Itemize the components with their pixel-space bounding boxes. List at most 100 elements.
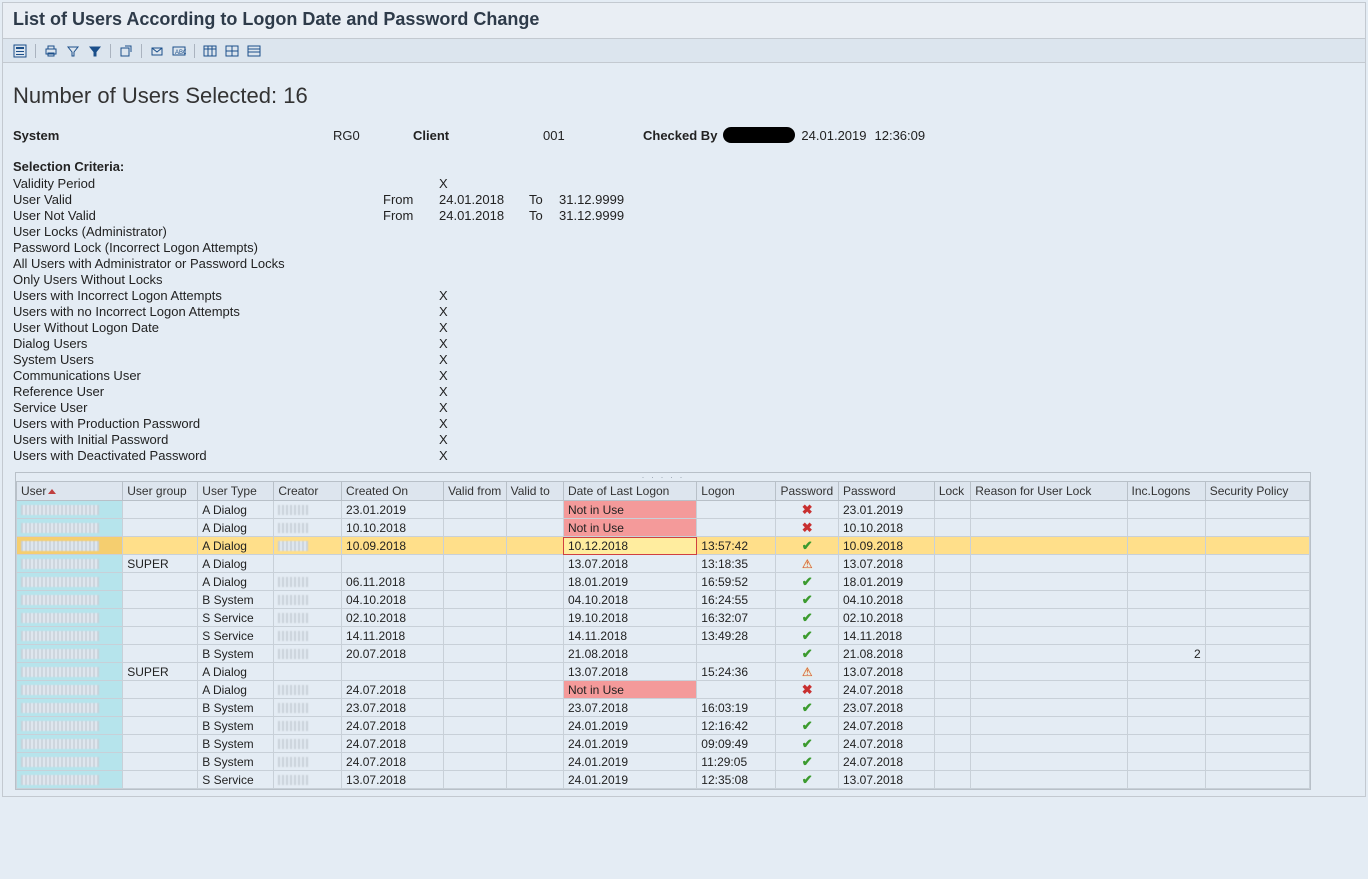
cell-password-status[interactable]: ✖ bbox=[776, 681, 839, 699]
cell-lock-reason[interactable] bbox=[971, 645, 1127, 663]
table-row[interactable]: S Service13.07.201824.01.201912:35:08✔13… bbox=[17, 771, 1310, 789]
filter-active-icon[interactable] bbox=[86, 43, 104, 59]
cell-lock[interactable] bbox=[934, 663, 970, 681]
column-header[interactable]: Password bbox=[838, 482, 934, 501]
cell-created-on[interactable]: 06.11.2018 bbox=[342, 573, 444, 591]
cell-logon-time[interactable]: 12:35:08 bbox=[697, 771, 776, 789]
column-header[interactable]: Reason for User Lock bbox=[971, 482, 1127, 501]
cell-valid-from[interactable] bbox=[444, 699, 507, 717]
cell-password-status[interactable]: ✔ bbox=[776, 573, 839, 591]
cell-inc-logons[interactable] bbox=[1127, 519, 1205, 537]
cell-lock-reason[interactable] bbox=[971, 717, 1127, 735]
cell-last-logon[interactable]: Not in Use bbox=[563, 501, 696, 519]
cell-valid-from[interactable] bbox=[444, 573, 507, 591]
layout-2-icon[interactable] bbox=[223, 43, 241, 59]
cell-last-logon[interactable]: 13.07.2018 bbox=[563, 555, 696, 573]
cell-user-group[interactable] bbox=[123, 501, 198, 519]
cell-created-on[interactable]: 10.09.2018 bbox=[342, 537, 444, 555]
cell-creator[interactable] bbox=[274, 501, 342, 519]
cell-lock-reason[interactable] bbox=[971, 699, 1127, 717]
filter-icon[interactable] bbox=[64, 43, 82, 59]
cell-inc-logons[interactable] bbox=[1127, 537, 1205, 555]
cell-password-status[interactable]: ✔ bbox=[776, 537, 839, 555]
cell-user-type[interactable]: B System bbox=[198, 645, 274, 663]
cell-user-group[interactable] bbox=[123, 753, 198, 771]
column-header[interactable]: Creator bbox=[274, 482, 342, 501]
cell-valid-to[interactable] bbox=[506, 501, 563, 519]
cell-password-status[interactable]: ✔ bbox=[776, 591, 839, 609]
cell-security-policy[interactable] bbox=[1205, 591, 1309, 609]
cell-inc-logons[interactable] bbox=[1127, 627, 1205, 645]
cell-lock[interactable] bbox=[934, 609, 970, 627]
cell-user-group[interactable] bbox=[123, 573, 198, 591]
cell-security-policy[interactable] bbox=[1205, 663, 1309, 681]
column-header[interactable]: Password bbox=[776, 482, 839, 501]
cell-lock-reason[interactable] bbox=[971, 519, 1127, 537]
cell-valid-to[interactable] bbox=[506, 591, 563, 609]
cell-user-type[interactable]: A Dialog bbox=[198, 573, 274, 591]
table-row[interactable]: B System23.07.201823.07.201816:03:19✔23.… bbox=[17, 699, 1310, 717]
cell-lock[interactable] bbox=[934, 735, 970, 753]
cell-logon-time[interactable]: 11:29:05 bbox=[697, 753, 776, 771]
cell-password-status[interactable]: ✔ bbox=[776, 717, 839, 735]
cell-user[interactable] bbox=[17, 519, 123, 537]
cell-user-type[interactable]: B System bbox=[198, 753, 274, 771]
cell-user[interactable] bbox=[17, 681, 123, 699]
cell-password-status[interactable]: ✔ bbox=[776, 645, 839, 663]
cell-lock[interactable] bbox=[934, 681, 970, 699]
cell-lock-reason[interactable] bbox=[971, 681, 1127, 699]
cell-valid-from[interactable] bbox=[444, 645, 507, 663]
cell-lock-reason[interactable] bbox=[971, 537, 1127, 555]
cell-last-logon[interactable]: 19.10.2018 bbox=[563, 609, 696, 627]
cell-user[interactable] bbox=[17, 771, 123, 789]
cell-inc-logons[interactable] bbox=[1127, 555, 1205, 573]
cell-inc-logons[interactable] bbox=[1127, 609, 1205, 627]
column-header[interactable]: Logon bbox=[697, 482, 776, 501]
cell-logon-time[interactable] bbox=[697, 645, 776, 663]
cell-user-type[interactable]: A Dialog bbox=[198, 681, 274, 699]
cell-user-type[interactable]: S Service bbox=[198, 609, 274, 627]
cell-valid-from[interactable] bbox=[444, 501, 507, 519]
cell-security-policy[interactable] bbox=[1205, 699, 1309, 717]
cell-last-logon[interactable]: 23.07.2018 bbox=[563, 699, 696, 717]
cell-last-logon[interactable]: 13.07.2018 bbox=[563, 663, 696, 681]
cell-valid-to[interactable] bbox=[506, 555, 563, 573]
export-icon[interactable] bbox=[117, 43, 135, 59]
cell-security-policy[interactable] bbox=[1205, 627, 1309, 645]
cell-created-on[interactable]: 24.07.2018 bbox=[342, 735, 444, 753]
cell-password-status[interactable]: ✔ bbox=[776, 627, 839, 645]
cell-creator[interactable] bbox=[274, 573, 342, 591]
cell-creator[interactable] bbox=[274, 537, 342, 555]
cell-valid-to[interactable] bbox=[506, 753, 563, 771]
cell-user[interactable] bbox=[17, 555, 123, 573]
cell-lock[interactable] bbox=[934, 537, 970, 555]
cell-user[interactable] bbox=[17, 501, 123, 519]
cell-last-logon[interactable]: Not in Use bbox=[563, 519, 696, 537]
table-row[interactable]: A Dialog10.10.2018Not in Use✖10.10.2018 bbox=[17, 519, 1310, 537]
cell-inc-logons[interactable] bbox=[1127, 753, 1205, 771]
cell-user-type[interactable]: B System bbox=[198, 591, 274, 609]
cell-valid-to[interactable] bbox=[506, 681, 563, 699]
cell-user[interactable] bbox=[17, 699, 123, 717]
cell-created-on[interactable]: 02.10.2018 bbox=[342, 609, 444, 627]
cell-lock[interactable] bbox=[934, 555, 970, 573]
cell-last-logon[interactable]: 04.10.2018 bbox=[563, 591, 696, 609]
cell-created-on[interactable]: 24.07.2018 bbox=[342, 681, 444, 699]
cell-password-date[interactable]: 04.10.2018 bbox=[838, 591, 934, 609]
cell-valid-from[interactable] bbox=[444, 753, 507, 771]
cell-user-group[interactable]: SUPER bbox=[123, 555, 198, 573]
cell-password-date[interactable]: 23.07.2018 bbox=[838, 699, 934, 717]
cell-lock-reason[interactable] bbox=[971, 735, 1127, 753]
cell-user-type[interactable]: A Dialog bbox=[198, 501, 274, 519]
cell-created-on[interactable]: 10.10.2018 bbox=[342, 519, 444, 537]
cell-last-logon[interactable]: 21.08.2018 bbox=[563, 645, 696, 663]
cell-password-date[interactable]: 13.07.2018 bbox=[838, 555, 934, 573]
table-row[interactable]: B System20.07.201821.08.2018✔21.08.20182 bbox=[17, 645, 1310, 663]
table-row[interactable]: B System04.10.201804.10.201816:24:55✔04.… bbox=[17, 591, 1310, 609]
cell-logon-time[interactable]: 13:49:28 bbox=[697, 627, 776, 645]
column-header[interactable]: User Type bbox=[198, 482, 274, 501]
cell-valid-from[interactable] bbox=[444, 735, 507, 753]
column-header[interactable]: Lock bbox=[934, 482, 970, 501]
cell-valid-from[interactable] bbox=[444, 771, 507, 789]
cell-lock[interactable] bbox=[934, 519, 970, 537]
